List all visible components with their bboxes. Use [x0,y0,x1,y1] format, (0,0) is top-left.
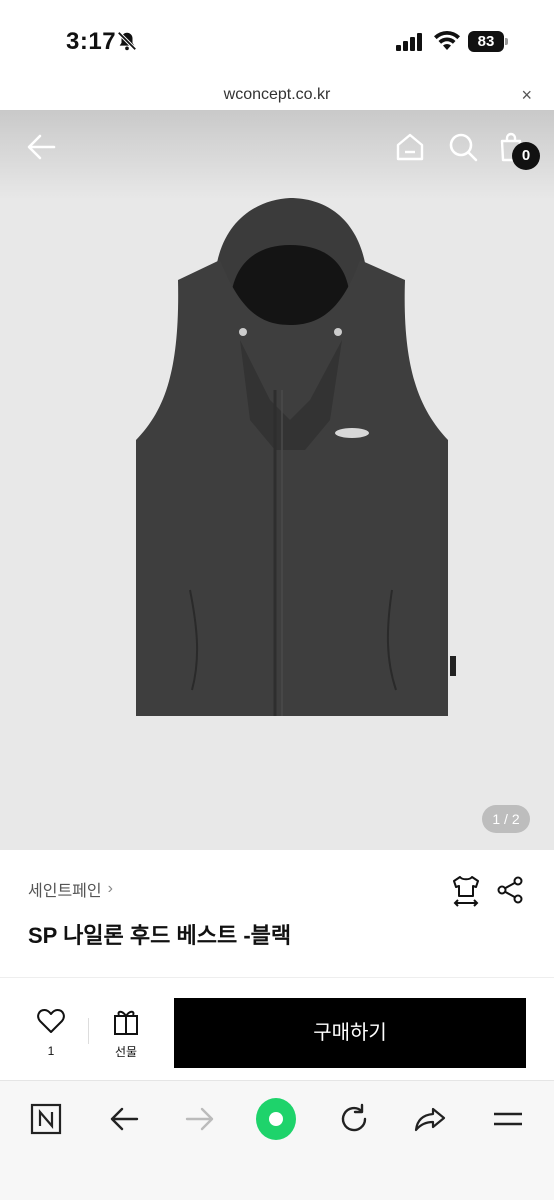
battery-cap [505,38,508,45]
home-icon[interactable] [394,132,426,162]
naver-icon[interactable] [29,1102,63,1136]
product-info: 세인트페인 › SP 나일론 후드 베스트 -블랙 [0,850,554,978]
gift-button[interactable]: 선물 [106,1008,146,1060]
back-button[interactable] [104,1099,144,1139]
url-bar[interactable]: wconcept.co.kr × [0,80,554,110]
heart-icon[interactable] [37,1008,65,1034]
gallery-pager: 1 / 2 [482,805,530,833]
forward-button[interactable] [180,1099,220,1139]
back-arrow-icon[interactable] [107,1102,141,1136]
fit-icon[interactable] [450,874,482,908]
naver-button[interactable] [26,1099,66,1139]
green-dot-icon[interactable] [256,1098,296,1140]
product-gallery[interactable]: 0 1 / 2 [0,110,554,850]
search-icon[interactable] [448,132,478,162]
bell-slash-icon [117,31,137,51]
wifi-icon [434,30,460,50]
reload-icon[interactable] [337,1102,371,1136]
browser-toolbar [0,1080,554,1200]
battery-level: 83 [468,31,504,52]
chevron-right-icon: › [107,880,113,897]
status-time: 3:17 [66,28,117,55]
buy-button[interactable]: 구매하기 [174,998,526,1068]
purchase-bar: 1 선물 구매하기 [0,978,554,1080]
like-button[interactable]: 1 [34,1008,68,1058]
forward-arrow-icon[interactable] [183,1102,217,1136]
reload-button[interactable] [334,1099,374,1139]
gift-icon[interactable] [112,1008,140,1036]
back-arrow-icon[interactable] [26,132,58,162]
brand-name[interactable]: 세인트페인 [28,877,102,901]
gift-label: 선물 [114,1045,138,1059]
brand-link[interactable]: 세인트페인 › [28,877,113,901]
divider [88,1018,89,1044]
share-icon[interactable] [496,876,524,904]
status-bar: 3:17 83 [0,0,554,80]
green-dot-button[interactable] [256,1098,296,1140]
menu-icon[interactable] [491,1102,525,1136]
url-text[interactable]: wconcept.co.kr [0,86,554,104]
product-title: SP 나일론 후드 베스트 -블랙 [28,923,292,948]
product-image [136,198,456,716]
share-arrow-icon[interactable] [413,1102,447,1136]
like-count: 1 [47,1044,55,1058]
signal-icon [396,33,422,51]
cart-count-badge: 0 [512,142,540,170]
menu-button[interactable] [488,1099,528,1139]
battery-indicator: 83 [468,31,508,52]
share-button[interactable] [410,1099,450,1139]
close-icon[interactable]: × [521,85,532,106]
